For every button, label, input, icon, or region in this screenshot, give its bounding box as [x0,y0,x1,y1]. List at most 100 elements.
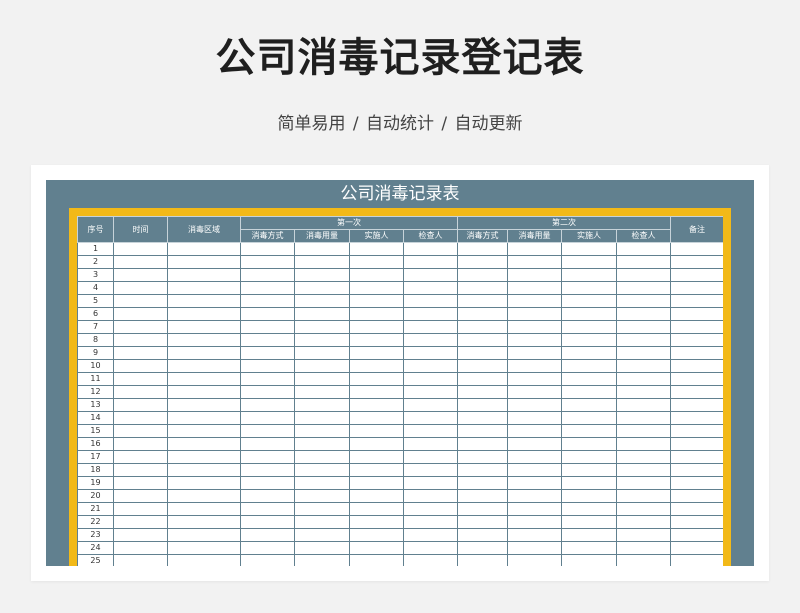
table-cell[interactable] [670,333,723,347]
table-cell[interactable] [167,372,241,386]
table-cell[interactable] [561,476,617,490]
table-cell[interactable] [670,307,723,321]
table-cell[interactable] [167,502,241,516]
table-cell[interactable] [561,268,617,282]
table-cell[interactable] [294,437,350,451]
table-cell[interactable] [167,359,241,373]
table-cell[interactable] [561,372,617,386]
table-cell[interactable] [113,398,168,412]
table-cell[interactable] [403,515,458,529]
table-cell[interactable] [616,450,671,464]
table-cell[interactable] [507,359,562,373]
table-cell[interactable] [167,450,241,464]
table-cell[interactable] [507,411,562,425]
table-cell[interactable] [507,346,562,360]
table-cell[interactable] [113,424,168,438]
table-cell[interactable] [349,476,404,490]
table-cell[interactable] [457,255,508,269]
table-cell[interactable] [403,359,458,373]
table-cell[interactable] [294,411,350,425]
table-cell[interactable] [507,333,562,347]
table-cell[interactable] [349,294,404,308]
table-cell[interactable] [240,541,295,555]
table-cell[interactable] [294,450,350,464]
table-cell[interactable] [616,281,671,295]
table-cell[interactable] [294,502,350,516]
table-cell[interactable] [670,450,723,464]
table-cell[interactable] [167,307,241,321]
table-cell[interactable] [561,320,617,334]
table-cell[interactable] [167,294,241,308]
table-cell[interactable] [403,333,458,347]
table-cell[interactable] [457,476,508,490]
table-cell[interactable] [457,320,508,334]
table-cell[interactable] [240,398,295,412]
table-cell[interactable] [113,320,168,334]
table-cell[interactable] [349,489,404,503]
table-cell[interactable] [240,424,295,438]
table-cell[interactable] [240,372,295,386]
table-cell[interactable] [167,281,241,295]
table-cell[interactable] [457,294,508,308]
table-cell[interactable] [616,385,671,399]
table-cell[interactable] [616,320,671,334]
table-cell[interactable] [616,294,671,308]
table-cell[interactable] [507,281,562,295]
table-cell[interactable] [113,346,168,360]
table-cell[interactable] [403,268,458,282]
table-cell[interactable] [670,255,723,269]
table-cell[interactable] [670,528,723,542]
table-cell[interactable] [403,528,458,542]
table-cell[interactable] [294,515,350,529]
table-cell[interactable] [167,424,241,438]
table-cell[interactable] [561,411,617,425]
table-cell[interactable] [507,541,562,555]
table-cell[interactable] [457,372,508,386]
table-cell[interactable] [507,554,562,566]
table-cell[interactable] [349,268,404,282]
table-cell[interactable] [240,411,295,425]
table-cell[interactable] [167,437,241,451]
table-cell[interactable] [670,294,723,308]
table-cell[interactable] [457,307,508,321]
table-cell[interactable] [349,450,404,464]
table-cell[interactable] [240,385,295,399]
table-cell[interactable] [167,463,241,477]
table-cell[interactable] [167,411,241,425]
table-cell[interactable] [167,385,241,399]
table-cell[interactable] [561,450,617,464]
table-cell[interactable] [167,333,241,347]
table-cell[interactable] [403,424,458,438]
table-cell[interactable] [457,489,508,503]
table-cell[interactable] [240,528,295,542]
table-cell[interactable] [403,242,458,256]
table-cell[interactable] [240,554,295,566]
table-cell[interactable] [113,268,168,282]
table-cell[interactable] [507,307,562,321]
table-cell[interactable] [167,476,241,490]
table-cell[interactable] [670,268,723,282]
table-cell[interactable] [294,307,350,321]
table-cell[interactable] [616,359,671,373]
table-cell[interactable] [113,281,168,295]
table-cell[interactable] [561,554,617,566]
table-cell[interactable] [294,294,350,308]
table-cell[interactable] [670,372,723,386]
table-cell[interactable] [507,294,562,308]
table-cell[interactable] [167,320,241,334]
table-cell[interactable] [113,515,168,529]
table-cell[interactable] [403,489,458,503]
table-cell[interactable] [167,515,241,529]
table-cell[interactable] [457,398,508,412]
table-cell[interactable] [457,450,508,464]
table-cell[interactable] [670,502,723,516]
table-cell[interactable] [113,437,168,451]
table-cell[interactable] [349,346,404,360]
table-cell[interactable] [457,528,508,542]
table-cell[interactable] [403,411,458,425]
table-cell[interactable] [561,346,617,360]
table-cell[interactable] [561,294,617,308]
table-cell[interactable] [403,541,458,555]
table-cell[interactable] [616,268,671,282]
table-cell[interactable] [616,372,671,386]
